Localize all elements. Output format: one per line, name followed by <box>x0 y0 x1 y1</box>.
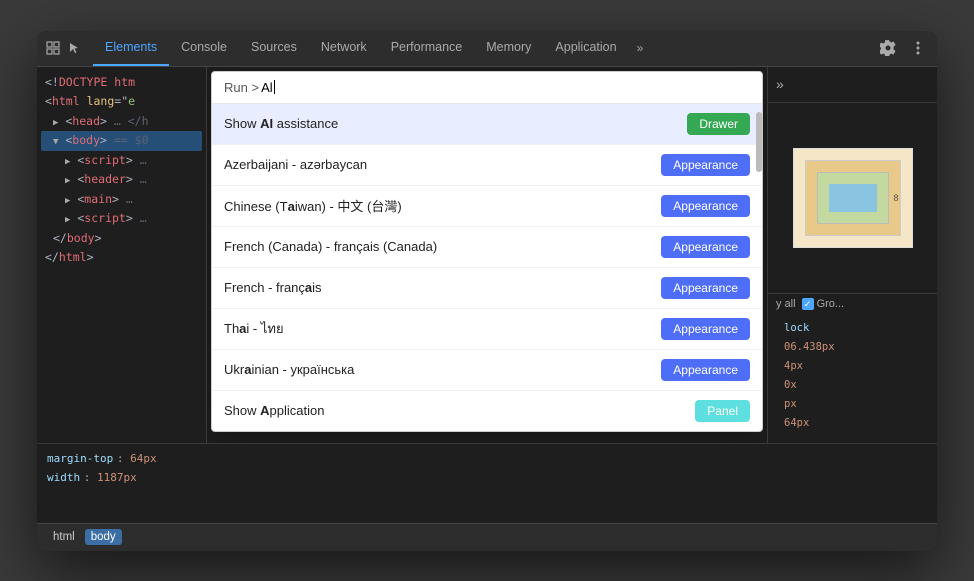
bold-text: a <box>239 321 246 336</box>
dom-line: ▶ <head> … </h <box>41 112 202 132</box>
command-item-text: Thai - ไทย <box>224 318 284 339</box>
right-panel-props: lock 06.438px 4px 0x px 64px <box>776 313 929 438</box>
command-items: Show AI assistance Drawer Azerbaijani - … <box>212 104 762 431</box>
command-item-application[interactable]: Show Application Panel <box>212 391 762 431</box>
more-options-icon[interactable] <box>907 37 929 59</box>
command-item-ukrainian[interactable]: Ukrainian - українська Appearance <box>212 350 762 391</box>
group-label: Gro... <box>817 298 845 310</box>
css-prop-value: 1187px <box>97 471 137 484</box>
box-model-area: 8 <box>768 103 937 294</box>
appearance-button-chinese[interactable]: Appearance <box>661 195 750 217</box>
group-checkbox-row: ✓ Gro... <box>802 298 845 310</box>
css-prop-row: margin-top : 64px <box>47 450 157 465</box>
tab-memory[interactable]: Memory <box>474 31 543 67</box>
tab-performance[interactable]: Performance <box>379 31 475 67</box>
command-item-french-canada[interactable]: French (Canada) - français (Canada) Appe… <box>212 227 762 268</box>
bold-text: AI <box>260 116 273 131</box>
show-all-label: y all <box>776 298 796 310</box>
command-item-ai[interactable]: Show AI assistance Drawer <box>212 104 762 145</box>
tab-overflow[interactable]: » <box>629 41 652 55</box>
settings-icon[interactable] <box>877 37 899 59</box>
command-item-text: French (Canada) - français (Canada) <box>224 239 437 254</box>
cursor-icon[interactable] <box>67 40 83 56</box>
expand-icon[interactable]: » <box>776 76 784 92</box>
command-input-text[interactable]: Al <box>261 80 273 95</box>
content-box <box>829 184 877 212</box>
appearance-button-ukrainian[interactable]: Appearance <box>661 359 750 381</box>
bold-text: a <box>305 280 312 295</box>
prop-row: 4px <box>784 357 921 376</box>
css-panel: margin-top : 64px width : 1187px <box>37 443 937 523</box>
command-prompt: Run > <box>224 80 259 95</box>
bold-text: a <box>288 199 295 214</box>
prop-row: 64px <box>784 414 921 433</box>
command-item-text: Azerbaijani - azərbaycan <box>224 157 367 172</box>
command-item-text: Show Application <box>224 403 324 418</box>
dom-line: ▶ <header> … <box>41 170 202 190</box>
dom-line: <!DOCTYPE htm <box>41 73 202 93</box>
prop-row: lock <box>784 319 921 338</box>
devtools-window: Elements Console Sources Network Perform… <box>37 31 937 551</box>
props-area: y all ✓ Gro... lock 06.438px 4px 0x px 6… <box>768 293 937 442</box>
breadcrumb-html[interactable]: html <box>47 529 81 545</box>
command-palette: Run > Al Show AI assistance Drawer <box>211 71 763 432</box>
right-panel: » 8 y all ✓ Gro. <box>767 67 937 443</box>
dom-line: ▶ <script> … <box>41 151 202 171</box>
css-props: margin-top : 64px width : 1187px <box>47 450 157 517</box>
css-prop-row: width : 1187px <box>47 469 157 484</box>
tab-bar-icons <box>45 40 83 56</box>
command-input-row: Run > Al <box>212 72 762 104</box>
tab-bar-right <box>877 37 929 59</box>
command-item-azerbaijani[interactable]: Azerbaijani - azərbaycan Appearance <box>212 145 762 186</box>
tab-bar: Elements Console Sources Network Perform… <box>37 31 937 67</box>
command-item-thai[interactable]: Thai - ไทย Appearance <box>212 309 762 350</box>
breadcrumb-bar: html body <box>37 523 937 551</box>
css-prop-value: 64px <box>130 452 157 465</box>
center-panel: Run > Al Show AI assistance Drawer <box>207 67 767 443</box>
command-item-text: Chinese (Taiwan) - 中文 (台灣) <box>224 196 402 215</box>
panel-button[interactable]: Panel <box>695 400 750 422</box>
command-cursor <box>274 80 275 94</box>
css-prop-name: margin-top <box>47 452 113 465</box>
prop-row: px <box>784 395 921 414</box>
breadcrumb-body[interactable]: body <box>85 529 122 545</box>
appearance-button-french[interactable]: Appearance <box>661 277 750 299</box>
dom-line: ▶ <main> … <box>41 190 202 210</box>
command-item-text: Ukrainian - українська <box>224 362 354 377</box>
command-item-text: Show AI assistance <box>224 116 338 131</box>
tab-console[interactable]: Console <box>169 31 239 67</box>
inspect-icon[interactable] <box>45 40 61 56</box>
dom-tree-panel: <!DOCTYPE htm <html lang="e ▶ <head> … <… <box>37 67 207 443</box>
dom-line: <html lang="e <box>41 92 202 112</box>
bold-text: a <box>244 362 251 377</box>
tab-application[interactable]: Application <box>543 31 628 67</box>
tab-elements[interactable]: Elements <box>93 31 169 67</box>
appearance-button-french-canada[interactable]: Appearance <box>661 236 750 258</box>
tab-sources[interactable]: Sources <box>239 31 309 67</box>
main-content: <!DOCTYPE htm <html lang="e ▶ <head> … <… <box>37 67 937 443</box>
scrollbar[interactable] <box>756 112 762 172</box>
css-prop-name: width <box>47 471 80 484</box>
tab-network[interactable]: Network <box>309 31 379 67</box>
check-icon: ✓ <box>804 299 812 310</box>
bold-text: A <box>260 403 269 418</box>
dom-line: ▼ <body> == $0 <box>41 131 202 151</box>
right-panel-top: » <box>768 67 937 103</box>
command-item-chinese-taiwan[interactable]: Chinese (Taiwan) - 中文 (台灣) Appearance <box>212 186 762 227</box>
appearance-button-azerbaijani[interactable]: Appearance <box>661 154 750 176</box>
controls-row: y all ✓ Gro... <box>776 298 929 310</box>
dom-line: </html> <box>41 248 202 268</box>
prop-row: 0x <box>784 376 921 395</box>
drawer-button[interactable]: Drawer <box>687 113 750 135</box>
margin-right-value: 8 <box>893 193 898 203</box>
dom-line: </body> <box>41 229 202 249</box>
appearance-button-thai[interactable]: Appearance <box>661 318 750 340</box>
command-item-text: French - français <box>224 280 322 295</box>
box-model: 8 <box>793 148 913 248</box>
prop-row: 06.438px <box>784 338 921 357</box>
dom-line: ▶ <script> … <box>41 209 202 229</box>
group-checkbox[interactable]: ✓ <box>802 298 814 310</box>
command-item-french[interactable]: French - français Appearance <box>212 268 762 309</box>
